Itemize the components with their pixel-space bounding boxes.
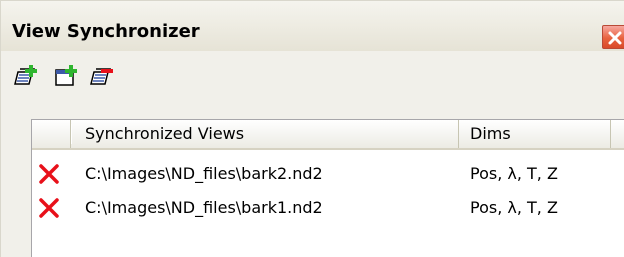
window-title: View Synchronizer <box>12 21 200 42</box>
list-item[interactable]: C:\Images\ND_files\bark2.nd2 Pos, λ, T, … <box>32 160 624 188</box>
remove-icon[interactable] <box>38 197 60 219</box>
column-header-icon[interactable] <box>32 120 72 148</box>
list-header: Synchronized Views Dims <box>32 120 624 150</box>
add-view-button[interactable] <box>11 61 41 89</box>
column-header-dims[interactable]: Dims <box>459 120 611 148</box>
list-item[interactable]: C:\Images\ND_files\bark1.nd2 Pos, λ, T, … <box>32 194 624 222</box>
title-bar[interactable]: View Synchronizer <box>1 1 624 51</box>
column-header-synchronized-views[interactable]: Synchronized Views <box>71 120 459 148</box>
add-window-button[interactable] <box>51 61 81 89</box>
remove-view-button[interactable] <box>87 61 117 89</box>
add-view-icon <box>14 65 37 85</box>
view-path: C:\Images\ND_files\bark1.nd2 <box>85 198 323 217</box>
view-path: C:\Images\ND_files\bark2.nd2 <box>85 164 323 183</box>
view-dims: Pos, λ, T, Z <box>470 198 558 217</box>
close-button[interactable] <box>602 25 624 49</box>
remove-view-icon <box>90 68 113 85</box>
add-window-icon <box>55 65 77 86</box>
close-icon <box>608 31 622 45</box>
toolbar <box>1 51 624 99</box>
view-synchronizer-window: View Synchronizer Synchronized Views Dim… <box>0 0 624 257</box>
remove-icon[interactable] <box>38 163 60 185</box>
view-dims: Pos, λ, T, Z <box>470 164 558 183</box>
synchronized-views-list[interactable]: Synchronized Views Dims C:\Images\ND_fil… <box>31 119 624 257</box>
